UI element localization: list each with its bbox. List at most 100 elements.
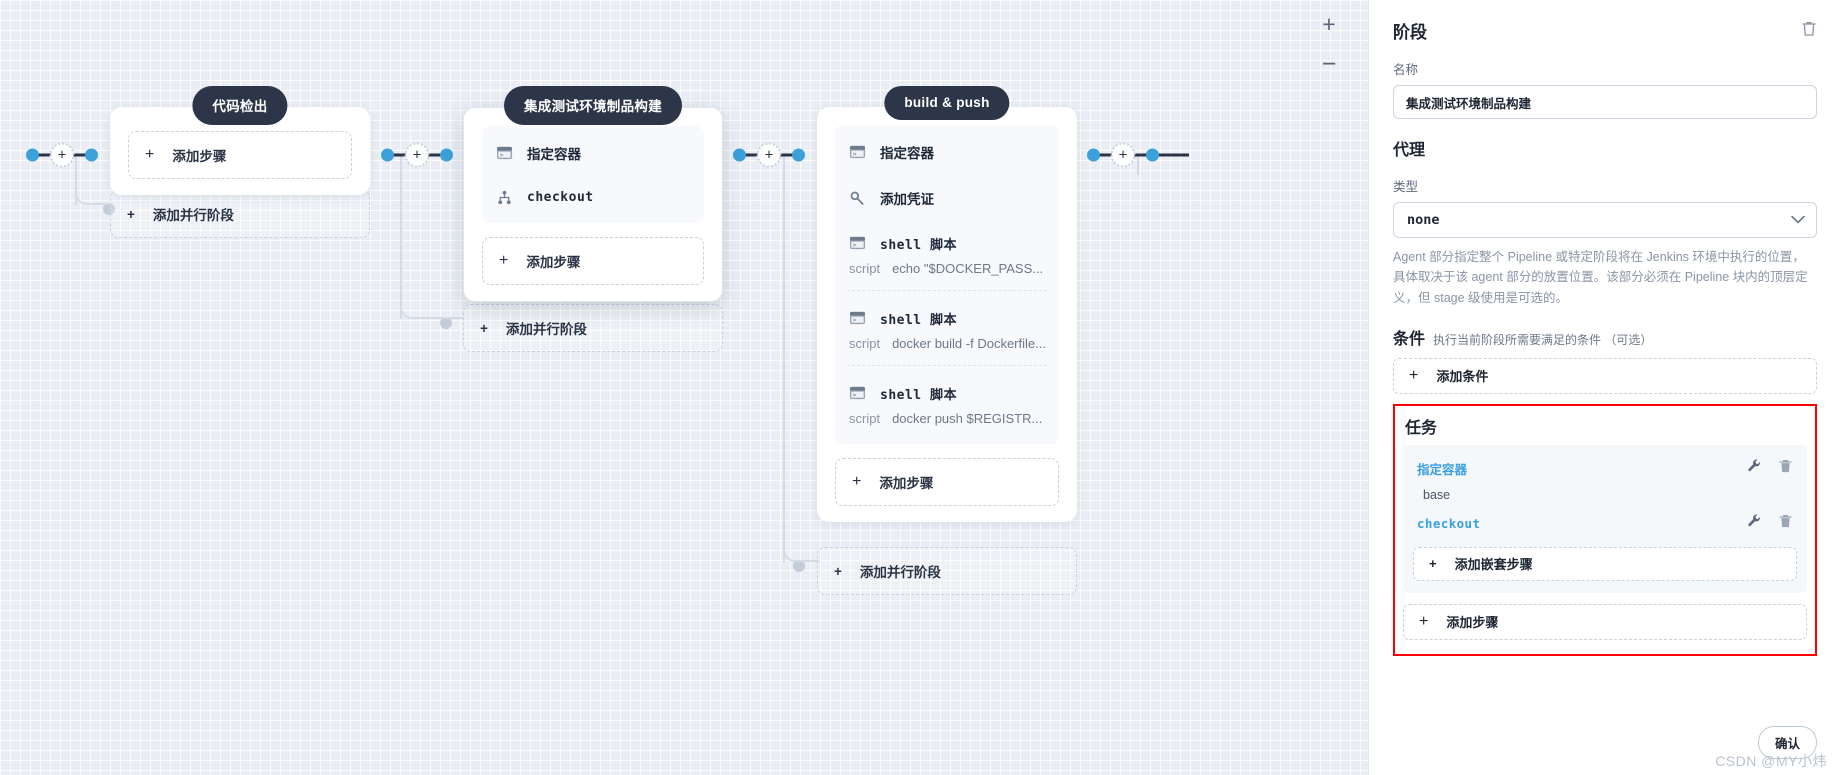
- add-step-label: 添加步骤: [172, 149, 227, 164]
- condition-heading-sub: 执行当前阶段所需要满足的条件 （可选）: [1433, 332, 1653, 347]
- svg-text:>_: >_: [853, 150, 861, 157]
- stage-title-1[interactable]: 代码检出: [192, 86, 288, 125]
- add-step-label: 添加步骤: [1446, 615, 1499, 631]
- script-key-label: script: [849, 336, 881, 351]
- condition-section-heading: 条件 执行当前阶段所需要满足的条件 （可选）: [1393, 325, 1817, 349]
- task-link-checkout[interactable]: checkout: [1417, 516, 1480, 531]
- step-row[interactable]: >_ shell 脚本: [835, 366, 1059, 409]
- zoom-in-button[interactable]: +: [1312, 6, 1346, 42]
- terminal-icon: >_: [496, 145, 513, 162]
- script-value: docker push $REGISTR...: [892, 411, 1043, 426]
- page-title: 阶段: [1393, 23, 1427, 42]
- step-row[interactable]: >_ shell 脚本: [835, 291, 1059, 334]
- connector-add-stage-1[interactable]: +: [26, 142, 98, 168]
- script-key-label: script: [849, 411, 881, 426]
- connector-tail: [1159, 143, 1199, 167]
- connector-guide: [100, 203, 110, 205]
- plus-icon: +: [499, 252, 509, 269]
- add-condition-label: 添加条件: [1436, 369, 1489, 385]
- panel-header: 阶段: [1393, 18, 1817, 43]
- script-key-label: script: [849, 261, 881, 276]
- plus-icon: +: [852, 473, 862, 490]
- steps-group-stage-3: >_ 指定容器 添加凭证 >_ shell 脚本 script echo "$D…: [835, 125, 1059, 444]
- task-card: 指定容器 base checkout + 添加嵌套步骤: [1403, 444, 1807, 593]
- connector-elbow: [400, 155, 428, 319]
- add-stage-button[interactable]: +: [1110, 142, 1136, 168]
- connector-guide: [425, 317, 463, 319]
- add-step-button-stage-1[interactable]: + 添加步骤: [128, 131, 352, 179]
- connector-add-stage-4[interactable]: +: [1087, 142, 1159, 168]
- stage-card-3[interactable]: >_ 指定容器 添加凭证 >_ shell 脚本 script echo "$D…: [817, 107, 1077, 522]
- connector-dot: [733, 148, 746, 162]
- step-row[interactable]: >_ shell 脚本: [835, 221, 1059, 259]
- stage-title-2[interactable]: 集成测试环境制品构建: [504, 86, 682, 125]
- stage-title-3[interactable]: build & push: [884, 86, 1010, 120]
- trash-icon[interactable]: [1801, 20, 1817, 42]
- plus-icon: +: [480, 320, 488, 336]
- key-icon: [849, 190, 866, 207]
- script-value: echo "$DOCKER_PASS...: [892, 261, 1044, 276]
- wrench-icon[interactable]: [1747, 458, 1762, 478]
- stage-properties-panel: 阶段 名称 代理 类型 none Agent 部分指定整个 Pipeline 或…: [1368, 0, 1841, 775]
- add-stage-button[interactable]: +: [49, 142, 75, 168]
- pipeline-canvas[interactable]: + − + + + + 代码检出 + 添加步骤 + 添加并行阶段 集成测试环境制…: [0, 0, 1368, 775]
- plus-icon: +: [145, 146, 155, 163]
- step-script: script docker build -f Dockerfile...: [835, 334, 1059, 365]
- add-parallel-stage-2[interactable]: + 添加并行阶段: [463, 304, 723, 352]
- connector-guide: [783, 155, 785, 562]
- condition-heading-label: 条件: [1393, 330, 1426, 348]
- step-row[interactable]: >_ 指定容器: [835, 129, 1059, 175]
- step-label: shell 脚本: [880, 313, 957, 328]
- name-field-label: 名称: [1393, 63, 1419, 77]
- connector-add-stage-3[interactable]: +: [733, 142, 805, 168]
- terminal-icon: >_: [849, 235, 866, 252]
- agent-type-select[interactable]: none: [1393, 202, 1817, 238]
- add-condition-button[interactable]: + 添加条件: [1393, 357, 1817, 394]
- task-row[interactable]: 指定容器: [1413, 455, 1797, 482]
- add-step-button-stage-3[interactable]: + 添加步骤: [835, 458, 1059, 506]
- add-step-label: 添加步骤: [879, 476, 934, 491]
- zoom-out-button[interactable]: −: [1312, 46, 1346, 82]
- plus-icon: +: [127, 206, 135, 222]
- svg-text:>_: >_: [853, 242, 861, 249]
- svg-text:>_: >_: [853, 392, 861, 399]
- pipeline-editor: + − + + + + 代码检出 + 添加步骤 + 添加并行阶段 集成测试环境制…: [0, 0, 1841, 775]
- task-row[interactable]: checkout: [1413, 510, 1797, 537]
- step-label: 指定容器: [880, 146, 934, 161]
- add-nested-step-label: 添加嵌套步骤: [1454, 557, 1533, 573]
- add-stage-button[interactable]: +: [756, 142, 782, 168]
- agent-type-label: 类型: [1393, 180, 1419, 194]
- connector-dot: [440, 148, 453, 162]
- add-parallel-label: 添加并行阶段: [505, 322, 587, 337]
- add-step-button-stage-2[interactable]: + 添加步骤: [482, 237, 704, 285]
- terminal-icon: >_: [849, 310, 866, 327]
- terminal-icon: >_: [849, 144, 866, 161]
- step-row[interactable]: 添加凭证: [835, 175, 1059, 221]
- add-parallel-stage-1[interactable]: + 添加并行阶段: [110, 190, 370, 238]
- script-value: docker build -f Dockerfile...: [892, 336, 1046, 351]
- stage-card-2[interactable]: >_ 指定容器 checkout + 添加步骤: [463, 107, 723, 302]
- connector-dot: [26, 148, 39, 162]
- trash-icon[interactable]: [1778, 513, 1793, 534]
- step-row[interactable]: >_ 指定容器: [482, 130, 704, 176]
- connector-guide: [400, 155, 402, 319]
- trash-icon[interactable]: [1778, 458, 1793, 479]
- task-link-container[interactable]: 指定容器: [1417, 459, 1467, 478]
- connector-add-stage-2[interactable]: +: [381, 142, 453, 168]
- stage-name-input[interactable]: [1393, 85, 1817, 119]
- connector-dot: [1087, 148, 1100, 162]
- connector-elbow: [783, 155, 813, 562]
- step-label: 添加凭证: [880, 192, 934, 207]
- add-parallel-stage-3[interactable]: + 添加并行阶段: [817, 547, 1077, 595]
- wrench-icon[interactable]: [1747, 513, 1762, 533]
- confirm-button[interactable]: 确认: [1757, 726, 1817, 759]
- terminal-icon: >_: [849, 385, 866, 402]
- add-stage-button[interactable]: +: [404, 142, 430, 168]
- git-branch-icon: [496, 189, 513, 206]
- step-row[interactable]: checkout: [482, 176, 704, 219]
- step-label: shell 脚本: [880, 388, 957, 403]
- add-parallel-label: 添加并行阶段: [152, 208, 234, 223]
- add-nested-step-button[interactable]: + 添加嵌套步骤: [1413, 546, 1797, 581]
- zoom-controls: + −: [1312, 6, 1346, 82]
- add-step-button-panel[interactable]: + 添加步骤: [1403, 603, 1807, 640]
